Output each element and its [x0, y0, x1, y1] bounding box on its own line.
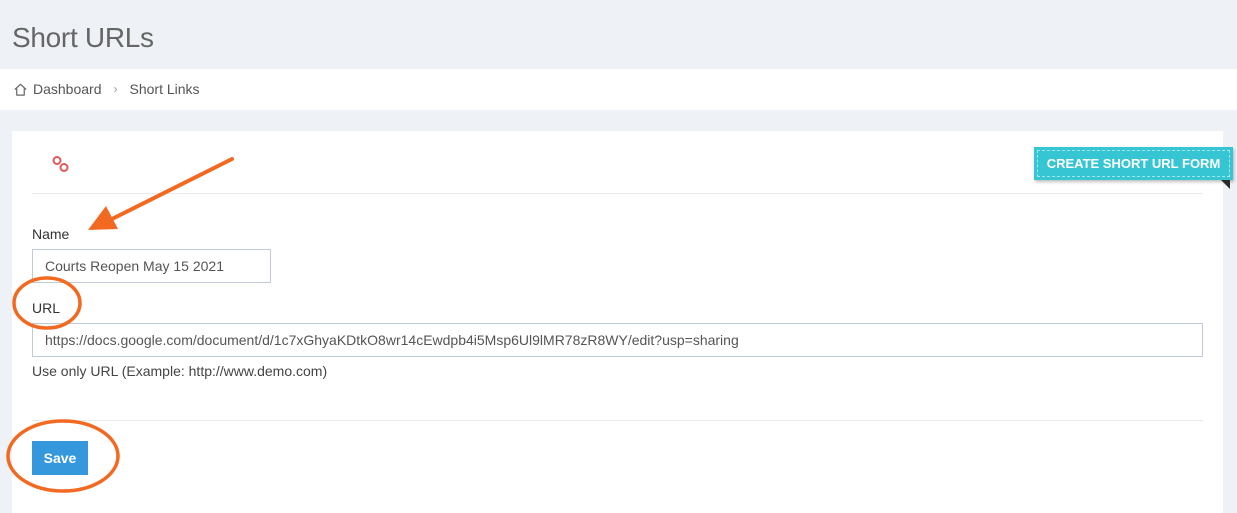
breadcrumb-bar: Dashboard › Short Links: [0, 69, 1237, 110]
page-title: Short URLs: [12, 22, 154, 53]
form-actions-divider: [32, 420, 1203, 421]
url-label: URL: [32, 300, 61, 316]
card-header: [32, 131, 1203, 194]
home-icon: [13, 82, 28, 97]
name-input[interactable]: [32, 249, 271, 283]
breadcrumb-item-dashboard[interactable]: Dashboard: [33, 81, 102, 97]
form-card: CREATE SHORT URL FORM Name URL Use only …: [12, 131, 1233, 513]
breadcrumb: Dashboard › Short Links: [13, 81, 200, 97]
link-icon: [52, 155, 70, 173]
ribbon-label: CREATE SHORT URL FORM: [1046, 156, 1221, 171]
ribbon-fold: [1221, 180, 1230, 189]
name-label: Name: [32, 226, 70, 242]
url-help-text: Use only URL (Example: http://www.demo.c…: [32, 363, 328, 379]
url-input[interactable]: [32, 323, 1203, 357]
save-button[interactable]: Save: [32, 441, 88, 475]
create-short-url-form-ribbon: CREATE SHORT URL FORM: [1034, 147, 1233, 180]
breadcrumb-item-short-links: Short Links: [129, 81, 200, 97]
page-header: Short URLs: [0, 0, 1237, 69]
chevron-right-icon: ›: [113, 82, 118, 96]
